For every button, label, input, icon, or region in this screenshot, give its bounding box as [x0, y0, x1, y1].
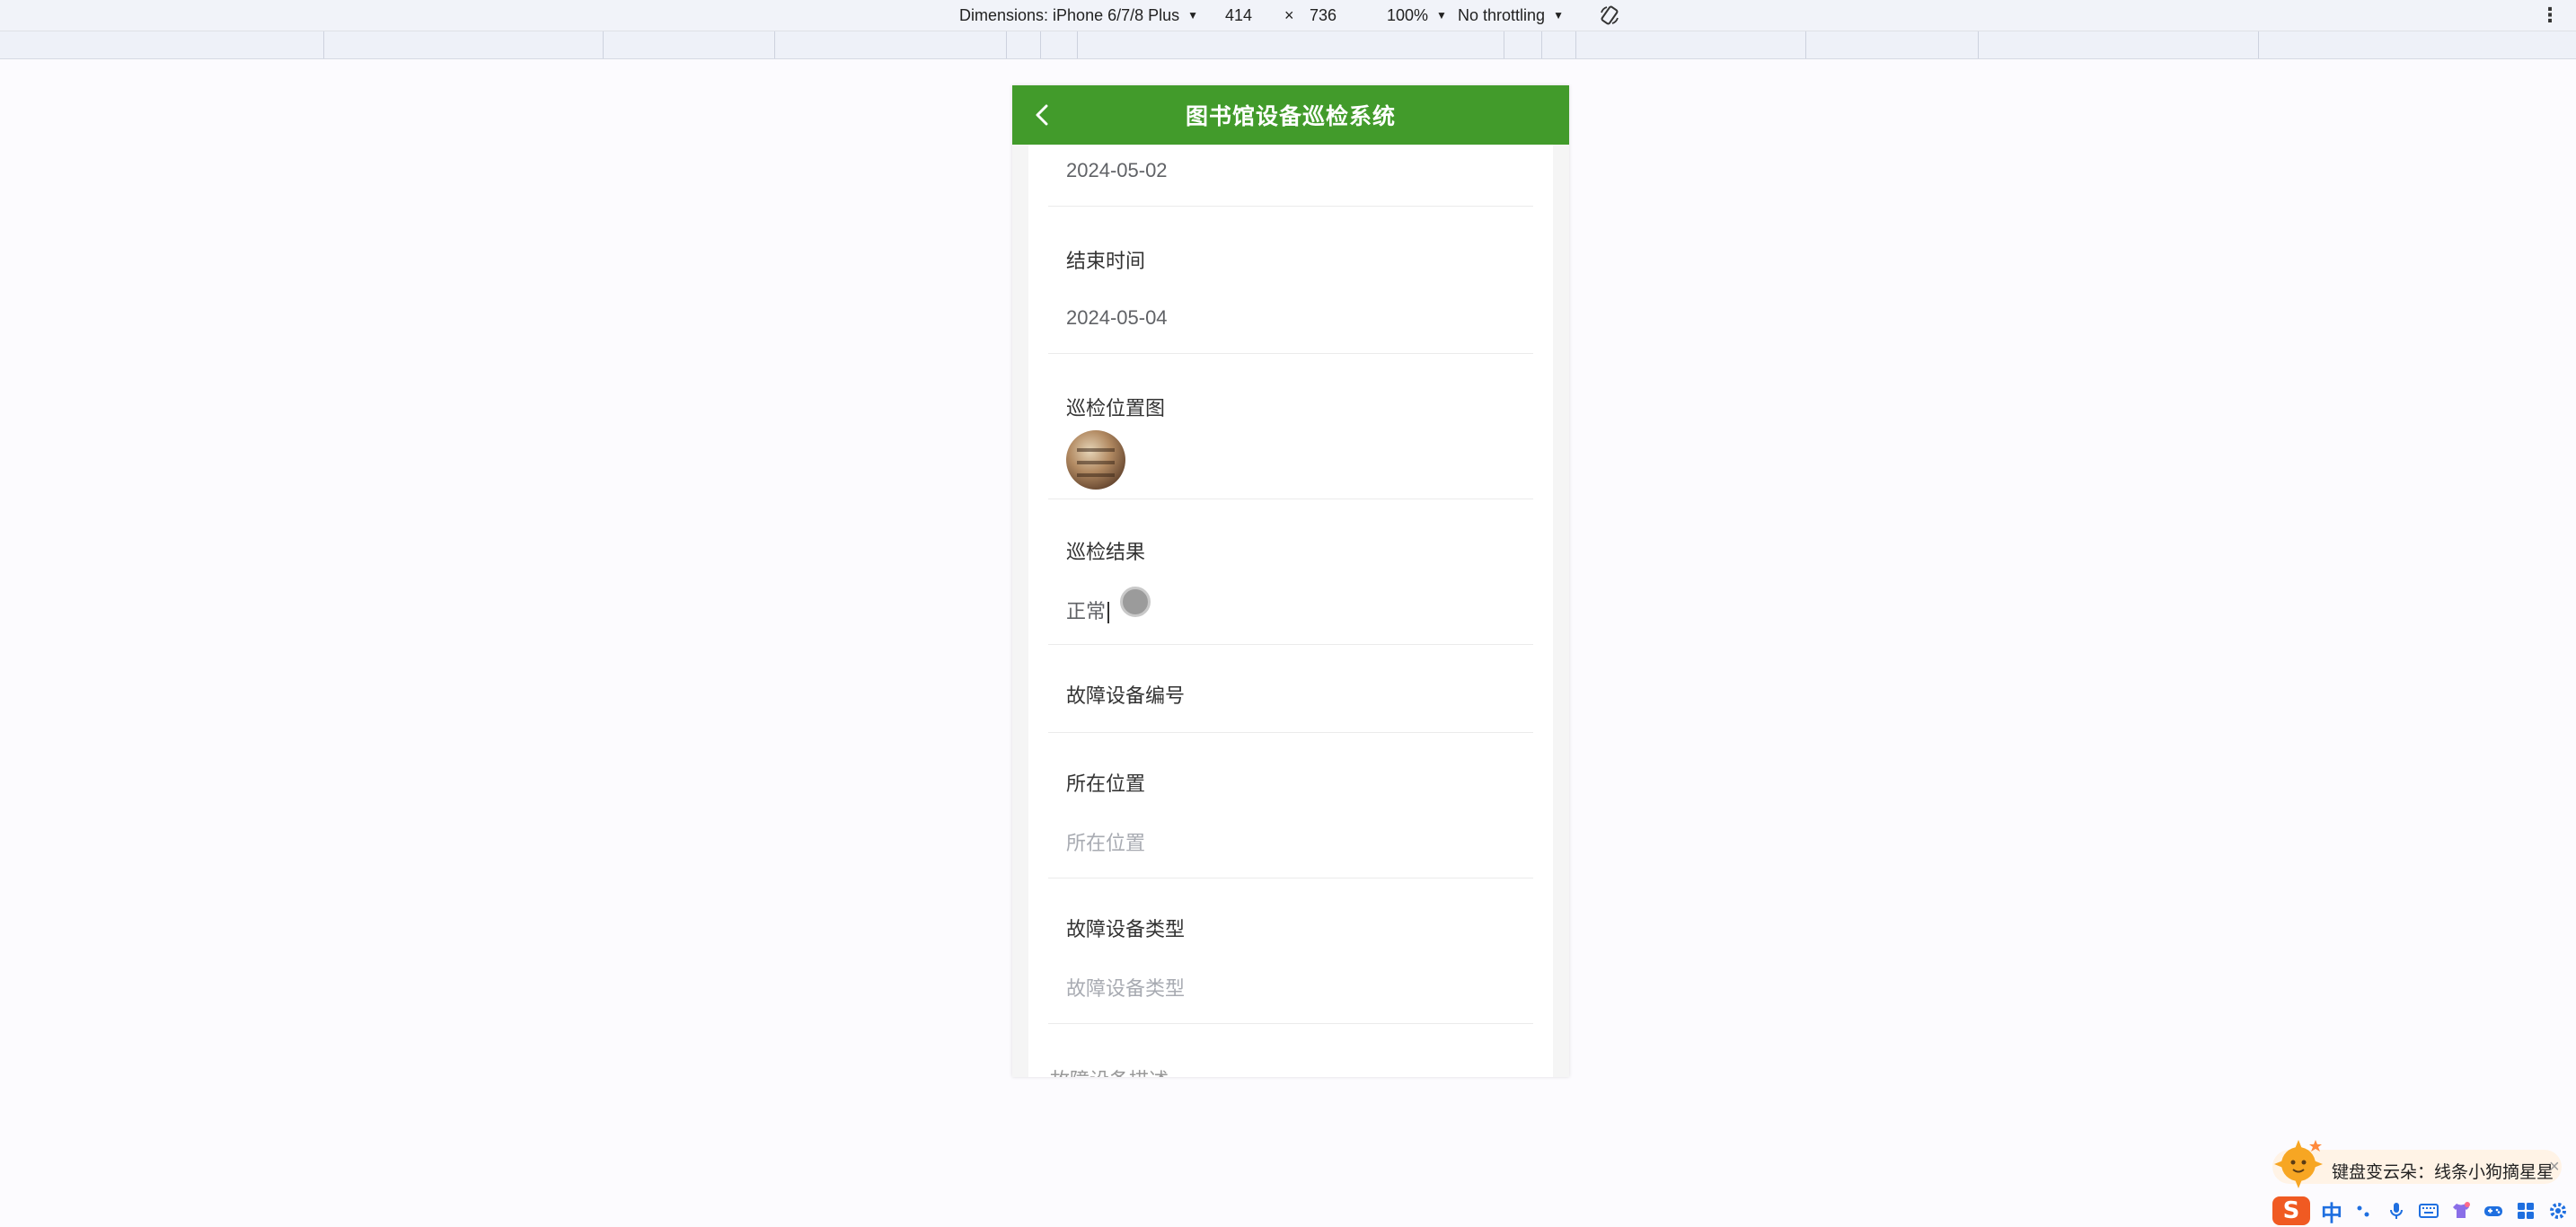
- chevron-down-icon: ▼: [1553, 9, 1564, 22]
- apps-grid-icon[interactable]: [2515, 1200, 2536, 1222]
- end-time-field[interactable]: 结束时间 2024-05-04: [1048, 206, 1533, 354]
- keyboard-icon[interactable]: [2418, 1200, 2439, 1222]
- back-arrow-icon[interactable]: [1028, 101, 1057, 129]
- location-image-field: 巡检位置图: [1048, 353, 1533, 499]
- chevron-down-icon: ▼: [1436, 9, 1447, 22]
- ruler-tick: [1006, 31, 1007, 58]
- width-value: 414: [1225, 5, 1253, 24]
- throttling-value: No throttling: [1458, 5, 1546, 24]
- chevron-down-icon: ▼: [1187, 9, 1199, 22]
- dimensions-label: Dimensions: iPhone 6/7/8 Plus: [959, 5, 1180, 24]
- close-icon[interactable]: ×: [2549, 1157, 2560, 1178]
- throttling-selector[interactable]: No throttling ▼: [1458, 0, 1564, 31]
- times-sign: ×: [1284, 5, 1294, 24]
- ruler-tick: [1575, 31, 1576, 58]
- fault-device-type-input[interactable]: 故障设备类型: [1066, 973, 1185, 1002]
- touch-pointer-indicator: [1120, 587, 1151, 617]
- ruler-tick: [1805, 31, 1806, 58]
- height-input[interactable]: 736: [1310, 0, 1337, 31]
- fault-device-type-label: 故障设备类型: [1066, 918, 1186, 940]
- devtools-device-toolbar: Dimensions: iPhone 6/7/8 Plus ▼ 414 × 73…: [0, 0, 2576, 31]
- fault-device-no-label: 故障设备编号: [1066, 684, 1186, 707]
- fault-device-type-field: 故障设备类型 故障设备类型: [1048, 878, 1533, 1024]
- ruler-tick: [1040, 31, 1041, 58]
- end-time-label: 结束时间: [1066, 250, 1146, 272]
- sun-mascot-icon: [2274, 1140, 2323, 1188]
- end-time-value: 2024-05-04: [1066, 306, 1168, 329]
- image-detail: [1077, 461, 1115, 464]
- image-detail: [1077, 448, 1115, 452]
- location-input[interactable]: 所在位置: [1066, 827, 1145, 856]
- location-image-thumbnail[interactable]: [1066, 430, 1125, 490]
- width-input[interactable]: 414: [1225, 0, 1252, 31]
- fault-device-no-field[interactable]: 故障设备编号: [1048, 644, 1533, 733]
- ruler-tick: [1978, 31, 1979, 58]
- more-options-icon[interactable]: ⋮: [2540, 0, 2560, 31]
- punctuation-icon[interactable]: [2353, 1200, 2375, 1222]
- ime-tip-text: 键盘变云朵：线条小狗摘星星: [2332, 1163, 2554, 1182]
- microphone-icon[interactable]: [2386, 1200, 2407, 1222]
- ruler-tick: [323, 31, 324, 58]
- height-value: 736: [1310, 5, 1337, 24]
- ruler-tick: [1541, 31, 1542, 58]
- dimension-times: ×: [1284, 0, 1294, 31]
- settings-gear-icon[interactable]: [2547, 1200, 2569, 1222]
- inspection-result-value: 正常: [1066, 600, 1107, 622]
- page-title: 图书馆设备巡检系统: [1185, 104, 1396, 129]
- ruler-tick: [2258, 31, 2259, 58]
- next-field-label-cutoff: 故障设备描述: [1050, 1064, 1169, 1077]
- rotate-icon: [1601, 5, 1619, 25]
- rotate-button[interactable]: [1599, 0, 1620, 31]
- location-label: 所在位置: [1066, 772, 1146, 795]
- app-header: 图书馆设备巡检系统: [1012, 85, 1569, 145]
- inspection-result-field: 巡检结果 正常: [1048, 499, 1533, 645]
- chinese-mode-toggle[interactable]: 中: [2321, 1196, 2342, 1227]
- sogou-logo-icon[interactable]: S: [2272, 1196, 2310, 1225]
- ime-toolbar: S 中: [2272, 1195, 2576, 1227]
- zoom-selector[interactable]: 100% ▼: [1387, 0, 1447, 31]
- location-field: 所在位置 所在位置: [1048, 732, 1533, 878]
- device-selector[interactable]: Dimensions: iPhone 6/7/8 Plus ▼: [959, 0, 1198, 31]
- skin-shirt-icon[interactable]: [2450, 1200, 2472, 1222]
- phone-viewport: 图书馆设备巡检系统 2024-05-02 结束时间 2024-05-04 巡检位…: [1012, 85, 1569, 1077]
- ruler-tick: [603, 31, 604, 58]
- image-detail: [1077, 473, 1115, 477]
- inspection-result-input[interactable]: 正常: [1066, 596, 1110, 624]
- zoom-value: 100%: [1387, 5, 1429, 24]
- inspection-result-label: 巡检结果: [1066, 541, 1146, 563]
- start-date-field[interactable]: 2024-05-02: [1048, 145, 1533, 207]
- text-caret: [1107, 602, 1110, 624]
- media-query-ruler: [0, 31, 2576, 59]
- start-date-value: 2024-05-02: [1066, 159, 1168, 181]
- location-image-label: 巡检位置图: [1066, 397, 1166, 419]
- gamepad-icon[interactable]: [2483, 1200, 2504, 1222]
- inspection-form: 2024-05-02 结束时间 2024-05-04 巡检位置图 巡检结果 正常: [1028, 145, 1553, 1077]
- ruler-tick: [1077, 31, 1078, 58]
- ruler-tick: [774, 31, 775, 58]
